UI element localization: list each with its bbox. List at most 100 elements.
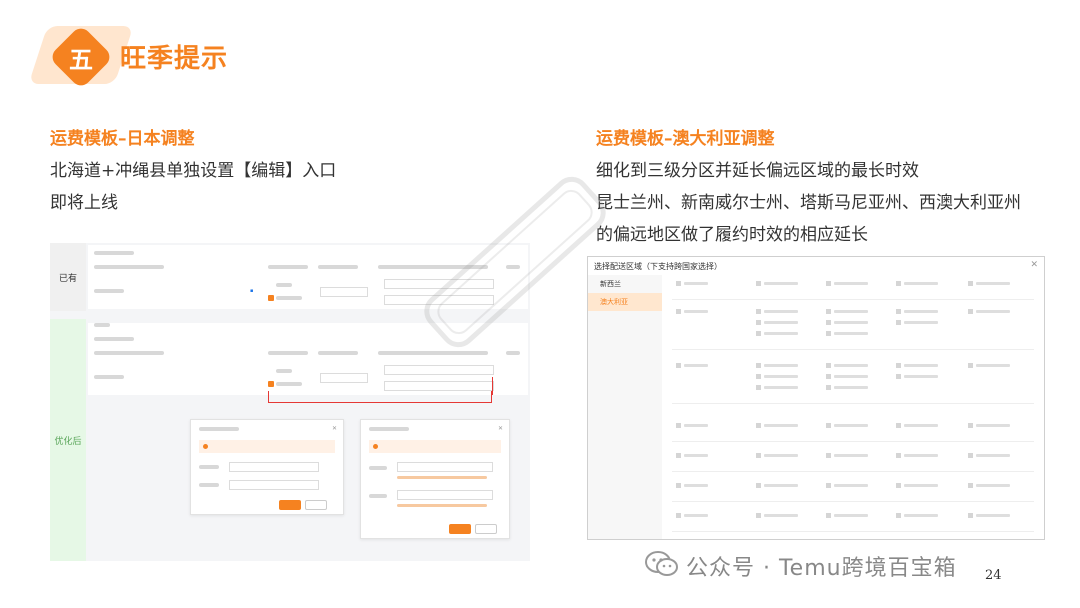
region-label — [684, 424, 708, 427]
region-label — [834, 332, 868, 335]
region-label — [976, 364, 1010, 367]
region-label — [834, 386, 868, 389]
region-checkbox[interactable] — [896, 363, 901, 368]
region-checkbox[interactable] — [968, 513, 973, 518]
region-label — [764, 332, 798, 335]
warning-icon — [373, 444, 378, 449]
country-item-au[interactable]: 澳大利亚 — [588, 293, 662, 311]
region-checkbox[interactable] — [968, 281, 973, 286]
region-checkbox[interactable] — [896, 423, 901, 428]
region-checkbox[interactable] — [826, 320, 831, 325]
region-checkbox[interactable] — [826, 363, 831, 368]
region-label — [976, 310, 1010, 313]
region-checkbox[interactable] — [826, 385, 831, 390]
region-checkbox[interactable] — [896, 374, 901, 379]
region-checkbox[interactable] — [756, 320, 761, 325]
region-checkbox[interactable] — [676, 281, 681, 286]
region-checkbox[interactable] — [968, 309, 973, 314]
region-checkbox[interactable] — [756, 363, 761, 368]
region-checkbox[interactable] — [676, 423, 681, 428]
region-checkbox[interactable] — [676, 309, 681, 314]
country-list: 新西兰 澳大利亚 — [588, 275, 662, 539]
region-label — [684, 310, 708, 313]
region-label — [764, 424, 798, 427]
region-checkbox[interactable] — [826, 453, 831, 458]
region-label — [764, 484, 798, 487]
region-checkbox[interactable] — [826, 331, 831, 336]
region-checkbox[interactable] — [756, 453, 761, 458]
region-label — [764, 321, 798, 324]
region-label — [684, 514, 708, 517]
red-connector — [268, 391, 492, 403]
region-label — [976, 424, 1010, 427]
region-checkbox[interactable] — [826, 309, 831, 314]
row-divider — [672, 299, 1034, 300]
region-label — [764, 282, 798, 285]
section-title: 旺季提示 — [120, 44, 229, 74]
region-label — [904, 321, 938, 324]
region-checkbox[interactable] — [826, 513, 831, 518]
region-checkbox[interactable] — [896, 453, 901, 458]
region-checkbox[interactable] — [756, 513, 761, 518]
region-checkbox[interactable] — [896, 483, 901, 488]
region-checkbox[interactable] — [896, 281, 901, 286]
region-checkbox[interactable] — [826, 281, 831, 286]
region-checkbox[interactable] — [756, 483, 761, 488]
region-checkbox[interactable] — [756, 281, 761, 286]
right-line-3: 的偏远地区做了履约时效的相应延长 — [596, 225, 868, 245]
region-label — [976, 514, 1010, 517]
region-label — [904, 454, 938, 457]
region-label — [976, 454, 1010, 457]
region-label — [764, 454, 798, 457]
region-label — [904, 424, 938, 427]
close-icon[interactable]: ✕ — [498, 425, 503, 432]
region-label — [834, 424, 868, 427]
edit-dialog-1: ✕ — [190, 419, 344, 515]
region-checkbox[interactable] — [826, 423, 831, 428]
region-checkbox[interactable] — [676, 363, 681, 368]
region-checkbox[interactable] — [756, 385, 761, 390]
region-checkbox[interactable] — [676, 453, 681, 458]
region-checkbox[interactable] — [756, 374, 761, 379]
region-checkbox[interactable] — [676, 513, 681, 518]
confirm-button[interactable] — [279, 500, 301, 510]
cancel-button[interactable] — [305, 500, 327, 510]
region-label — [834, 454, 868, 457]
region-checkbox[interactable] — [968, 423, 973, 428]
right-screenshot: 选择配送区域（下支持跨国家选择） ✕ 新西兰 澳大利亚 — [587, 256, 1045, 540]
right-line-2: 昆士兰州、新南威尔士州、塔斯马尼亚州、西澳大利亚州 — [596, 193, 1021, 213]
close-icon[interactable]: ✕ — [332, 425, 337, 432]
region-checkbox[interactable] — [826, 483, 831, 488]
region-checkbox[interactable] — [968, 363, 973, 368]
region-checkbox[interactable] — [896, 320, 901, 325]
region-label — [904, 514, 938, 517]
region-checkbox[interactable] — [968, 453, 973, 458]
confirm-button[interactable] — [449, 524, 471, 534]
region-checkbox[interactable] — [756, 331, 761, 336]
existing-label: 已有 — [50, 243, 86, 311]
region-label — [834, 282, 868, 285]
region-label — [904, 364, 938, 367]
region-checkbox[interactable] — [676, 483, 681, 488]
region-checkbox[interactable] — [968, 483, 973, 488]
region-checkbox[interactable] — [826, 374, 831, 379]
region-label — [904, 310, 938, 313]
page-number: 24 — [985, 568, 1002, 583]
section-number: 五 — [69, 45, 93, 74]
region-checkbox[interactable] — [896, 513, 901, 518]
region-checkbox[interactable] — [896, 309, 901, 314]
cancel-button[interactable] — [475, 524, 497, 534]
region-checkbox[interactable] — [756, 309, 761, 314]
region-label — [764, 386, 798, 389]
slide: 五 旺季提示 运费模板–日本调整 北海道+冲绳县单独设置【编辑】入口 即将上线 … — [0, 0, 1080, 608]
region-label — [684, 484, 708, 487]
region-label — [764, 364, 798, 367]
country-item-nz[interactable]: 新西兰 — [588, 275, 662, 293]
row-divider — [672, 403, 1034, 404]
region-checkbox[interactable] — [756, 423, 761, 428]
region-label — [684, 282, 708, 285]
footer-account: 公众号 · Temu跨境百宝箱 — [686, 556, 957, 581]
wechat-icon — [645, 551, 678, 576]
region-label — [684, 454, 708, 457]
close-icon[interactable]: ✕ — [1030, 260, 1038, 270]
